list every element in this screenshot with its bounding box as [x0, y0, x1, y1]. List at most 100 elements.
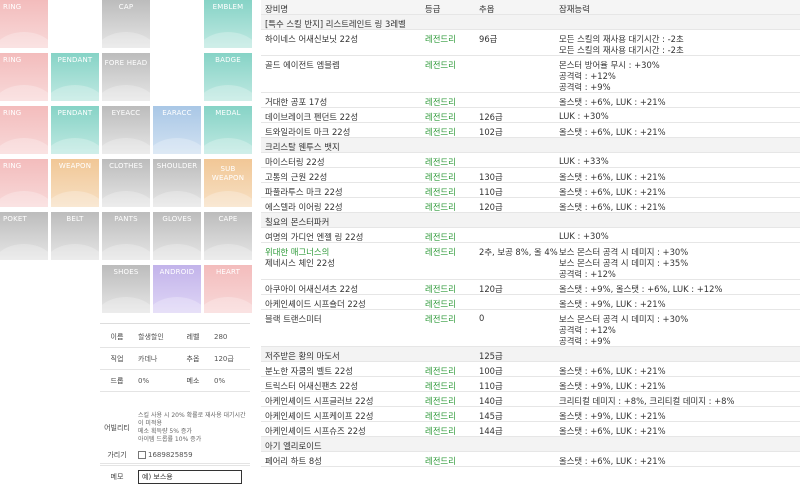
potential-line: 공격력 : +9% — [559, 336, 611, 346]
item-star: 120급 — [479, 202, 503, 212]
table-row[interactable]: 고통의 근원 22성 레전드리 130급 올스탯 : +6%, LUK : +21% — [261, 168, 800, 183]
item-name-line2: 제네시스 체인 22성 — [265, 258, 335, 268]
equip-slot[interactable]: CLOTHES — [102, 159, 150, 207]
equip-slot[interactable]: EARACC — [153, 106, 201, 154]
equip-slot[interactable]: PENDANT — [51, 106, 99, 154]
table-row[interactable]: 아쿠아이 어새신셔츠 22성 레전드리 120급 올스탯 : +9%, 올스탯 : +… — [261, 280, 800, 295]
equip-slot[interactable]: RING — [0, 106, 48, 154]
table-row[interactable]: 여명의 가디언 엔젤 링 22성 레전드리 LUK : +30% — [261, 228, 800, 243]
potential-line: 공격력 : +12% — [559, 269, 616, 279]
table-row[interactable]: 하이네스 어새신보닛 22성 레전드리 96급 모든 스킬의 재사용 대기시간 : -… — [261, 30, 800, 56]
table-row[interactable]: 크리스탈 웬투스 뱃지 — [261, 138, 800, 153]
equip-slot[interactable]: PANTS — [102, 212, 150, 260]
table-row[interactable]: 아케인셰이드 시프슈즈 22성 레전드리 144급 올스탯 : +6%, LUK : … — [261, 422, 800, 437]
equip-slot[interactable]: EMBLEM — [204, 0, 252, 48]
item-star: 126급 — [479, 112, 503, 122]
table-row[interactable]: 트와일라이트 마크 22성 레전드리 102급 올스탯 : +6%, LUK : +2… — [261, 123, 800, 138]
slot-label: POKET — [3, 215, 28, 223]
meso-label: 메소 — [186, 376, 200, 385]
slot-label: EMBLEM — [212, 3, 244, 11]
table-row[interactable]: 분노한 자쿰의 벨트 22성 레전드리 100급 올스탯 : +6%, LUK : +… — [261, 362, 800, 377]
item-name: 페어리 하트 8성 — [265, 456, 322, 466]
equip-slot[interactable]: PENDANT — [51, 53, 99, 101]
potential-line: 올스탯 : +6%, LUK : +21% — [559, 426, 666, 436]
potential-line: 올스탯 : +9%, 올스탯 : +6%, LUK : +12% — [559, 284, 723, 294]
equip-slot[interactable]: MEDAL — [204, 106, 252, 154]
table-row[interactable]: [특수 스킬 반지] 리스트레인트 링 3레벨 — [261, 15, 800, 30]
item-star: 110급 — [479, 187, 503, 197]
job-row: 직업 카데나 추옵 120급 — [100, 348, 250, 370]
item-grade: 레전드리 — [425, 60, 456, 70]
equip-slot[interactable]: RING — [0, 159, 48, 207]
equip-slot[interactable]: ANDROID — [153, 265, 201, 313]
equip-slot[interactable]: SHOES — [102, 265, 150, 313]
equipment-table: 장비명 등급 추옵 잠재능력 [특수 스킬 반지] 리스트레인트 링 3레벨 하이… — [261, 0, 800, 467]
slot-label: SHOULDER — [156, 162, 198, 170]
table-row[interactable]: 거대한 공포 17성 레전드리 올스탯 : +6%, LUK : +21% — [261, 93, 800, 108]
item-name: 파풀라투스 마크 22성 — [265, 187, 343, 197]
table-row[interactable]: 에스텔라 이어링 22성 레전드리 120급 올스탯 : +6%, LUK : +21… — [261, 198, 800, 213]
potential-line: LUK : +33% — [559, 156, 609, 166]
item-grade: 레전드리 — [425, 202, 456, 212]
item-star: 125급 — [479, 351, 503, 361]
table-row[interactable]: 파풀라투스 마크 22성 레전드리 110급 올스탯 : +6%, LUK : +21… — [261, 183, 800, 198]
slot-label: CAPE — [218, 215, 238, 223]
equip-slot[interactable]: SHOULDER — [153, 159, 201, 207]
item-grade: 레전드리 — [425, 381, 456, 391]
item-name: [특수 스킬 반지] 리스트레인트 링 3레벨 — [265, 19, 406, 29]
slot-label: GLOVES — [162, 215, 192, 223]
hide-checkbox[interactable] — [138, 450, 146, 459]
table-row[interactable]: 아케인셰이드 시프케이프 22성 레전드리 145급 올스탯 : +9%, LUK :… — [261, 407, 800, 422]
hide-label: 가리기 — [107, 450, 127, 459]
table-row[interactable]: 아케인셰이드 시프숄더 22성 레전드리 올스탯 : +9%, LUK : +21% — [261, 295, 800, 310]
header-grade: 등급 — [425, 4, 441, 14]
equip-slot[interactable]: FORE HEAD — [102, 53, 150, 101]
item-star: 110급 — [479, 381, 503, 391]
equip-slot[interactable]: WEAPON — [51, 159, 99, 207]
item-star: 100급 — [479, 366, 503, 376]
table-row[interactable]: 칠요의 몬스터파커 — [261, 213, 800, 228]
slot-label: RING — [3, 56, 22, 64]
table-row[interactable]: 마이스터링 22성 레전드리 LUK : +33% — [261, 153, 800, 168]
table-row[interactable]: 트릭스터 어새신팬츠 22성 레전드리 110급 올스탯 : +9%, LUK : +… — [261, 377, 800, 392]
table-row[interactable]: 블랙 트랜스미터 레전드리 0 보스 몬스터 공격 시 데미지 : +30% 공격력 :… — [261, 310, 800, 347]
item-grade: 레전드리 — [425, 299, 456, 309]
potential-line: 크리티컬 데미지 : +8%, 크리티컬 데미지 : +8% — [559, 396, 735, 406]
equip-slot[interactable]: RING — [0, 53, 48, 101]
table-row[interactable]: 위대한 매그너스의 제네시스 체인 22성 레전드리 2추, 보공 8%, 올 4% 보… — [261, 243, 800, 280]
equip-slot[interactable]: CAPE — [204, 212, 252, 260]
item-grade: 레전드리 — [425, 314, 456, 324]
memo-input[interactable]: 예) 보스용 — [138, 470, 242, 484]
item-star: 130급 — [479, 172, 503, 182]
potential-line: 올스탯 : +9%, LUK : +21% — [559, 299, 666, 309]
slot-label: RING — [3, 3, 22, 11]
hide-id: 1689825859 — [148, 450, 193, 459]
slot-label: RING — [3, 162, 22, 170]
equip-slot[interactable]: RING — [0, 0, 48, 48]
equip-slot[interactable]: BADGE — [204, 53, 252, 101]
equip-slot[interactable]: POKET — [0, 212, 48, 260]
slot-label: RING — [3, 109, 22, 117]
equip-slot[interactable]: CAP — [102, 0, 150, 48]
equip-slot[interactable]: SUB WEAPON — [204, 159, 252, 207]
table-row[interactable]: 데이브레이크 펜던트 22성 레전드리 126급 LUK : +30% — [261, 108, 800, 123]
item-name: 하이네스 어새신보닛 22성 — [265, 34, 359, 44]
table-row[interactable]: 골드 에이전트 엠블렘 레전드리 몬스터 방어율 무시 : +30% 공격력 : +1… — [261, 56, 800, 93]
equip-slot[interactable]: HEART — [204, 265, 252, 313]
table-row[interactable]: 페어리 하트 8성 레전드리 올스탯 : +6%, LUK : +21% — [261, 452, 800, 467]
equip-slot[interactable]: EYEACC — [102, 106, 150, 154]
equip-slot[interactable]: BELT — [51, 212, 99, 260]
equipment-page: RING CAP EMBLEM RING PENDANT FORE HEAD BADGE RI… — [0, 0, 800, 489]
potential-line: 올스탯 : +6%, LUK : +21% — [559, 187, 666, 197]
slot-label: BADGE — [215, 56, 241, 64]
table-row[interactable]: 아케인셰이드 시프글러브 22성 레전드리 140급 크리티컬 데미지 : +8%, … — [261, 392, 800, 407]
table-row[interactable]: 아기 엘리로이드 — [261, 437, 800, 452]
job-label: 직업 — [110, 354, 124, 363]
equip-slot[interactable]: GLOVES — [153, 212, 201, 260]
potential-line: 올스탯 : +6%, LUK : +21% — [559, 202, 666, 212]
potential-line: 공격력 : +9% — [559, 82, 611, 92]
potential-line: 올스탯 : +6%, LUK : +21% — [559, 172, 666, 182]
table-row[interactable]: 저주받은 황의 마도서 125급 — [261, 347, 800, 362]
item-name: 데이브레이크 펜던트 22성 — [265, 112, 359, 122]
item-name: 저주받은 황의 마도서 — [265, 351, 340, 361]
